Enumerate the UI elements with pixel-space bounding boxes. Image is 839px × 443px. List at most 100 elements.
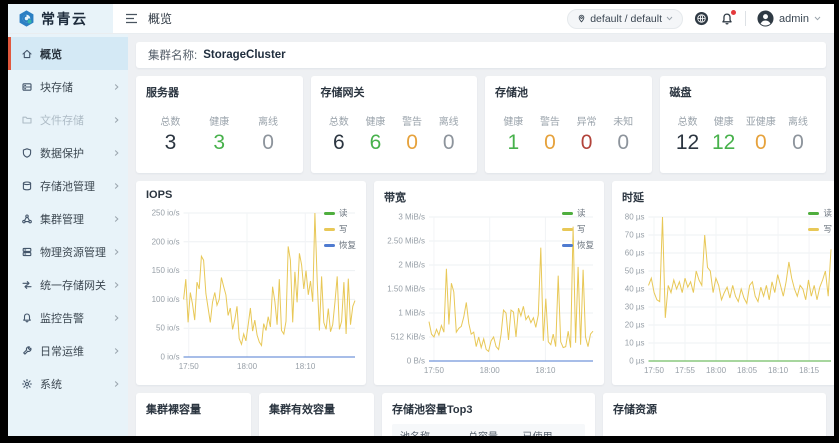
stat-label: 健康: [710, 113, 738, 128]
svg-text:18:15: 18:15: [799, 366, 820, 375]
legend-item-读[interactable]: 读: [808, 207, 832, 219]
cluster-name-label: 集群名称:: [148, 47, 197, 63]
sidebar-item-label: 数据保护: [40, 145, 106, 161]
globe-icon[interactable]: [694, 11, 709, 26]
stat-label: 总数: [156, 113, 184, 128]
logo: 常青云: [8, 4, 113, 33]
svg-text:250 io/s: 250 io/s: [152, 209, 180, 218]
stat-label: 未知: [609, 113, 637, 128]
stat-card-存储网关: 存储网关总数6健康6警告0离线0: [311, 76, 478, 173]
chevron-right-icon: [113, 182, 120, 190]
svg-text:3 MiB/s: 3 MiB/s: [398, 213, 425, 222]
stat-card-title: 存储池: [495, 84, 642, 100]
legend-item-写[interactable]: 写: [324, 223, 356, 235]
stat-label: 健康: [205, 113, 233, 128]
legend-item-写[interactable]: 写: [808, 223, 832, 235]
legend-label: 恢复: [577, 239, 594, 251]
pool-top3-card: 存储池容量Top3 池名称总容量已使用 StoragePool43.2 TiB3…: [382, 393, 595, 436]
chevron-right-icon: [113, 380, 120, 388]
svg-text:60 µs: 60 µs: [625, 249, 645, 258]
shield-icon: [21, 147, 33, 159]
svg-text:18:00: 18:00: [480, 366, 501, 375]
sidebar-item-监控告警[interactable]: 监控告警: [8, 301, 128, 334]
stat-异常: 异常0: [573, 113, 601, 154]
table-column-已使用: 已使用: [523, 428, 577, 436]
sidebar-item-系统[interactable]: 系统: [8, 367, 128, 400]
stat-离线: 离线0: [784, 113, 812, 154]
svg-text:2.50 MiB/s: 2.50 MiB/s: [387, 237, 425, 246]
bottom-row: 集群裸容量 集群有效容量 存储池容量Top3 池名称总容量已使用 Storage…: [136, 393, 826, 436]
svg-text:70 µs: 70 µs: [625, 231, 645, 240]
stat-健康: 健康6: [361, 113, 389, 154]
svg-text:18:10: 18:10: [535, 366, 556, 375]
storage-resource-title: 存储资源: [613, 401, 816, 417]
chart-legend: 读写恢复: [324, 207, 356, 251]
stat-离线: 离线0: [435, 113, 463, 154]
stat-card-title: 磁盘: [670, 84, 817, 100]
file-storage-icon: [21, 114, 33, 126]
sidebar-item-文件存储[interactable]: 文件存储: [8, 103, 128, 136]
location-pin-icon: [577, 13, 586, 24]
sidebar-item-统一存储网关[interactable]: 统一存储网关: [8, 268, 128, 301]
stat-label: 总数: [325, 113, 353, 128]
legend-item-读[interactable]: 读: [324, 207, 356, 219]
chart-plot-时延: 0 µs10 µs20 µs30 µs40 µs50 µs60 µs70 µs8…: [620, 209, 834, 377]
avatar-icon: [757, 10, 774, 27]
legend-item-写[interactable]: 写: [562, 223, 594, 235]
chart-card-时延: 时延读写0 µs10 µs20 µs30 µs40 µs50 µs60 µs70…: [612, 181, 834, 385]
sidebar-item-label: 集群管理: [40, 211, 106, 227]
legend-label: 读: [339, 207, 348, 219]
legend-swatch: [324, 228, 335, 231]
notification-badge: [731, 10, 736, 15]
scope-value: default / default: [590, 13, 662, 25]
svg-text:0 µs: 0 µs: [629, 357, 644, 366]
scope-selector[interactable]: default / default: [567, 9, 683, 29]
user-menu[interactable]: admin: [757, 10, 821, 27]
gear-icon: [21, 378, 33, 390]
legend-item-恢复[interactable]: 恢复: [562, 239, 594, 251]
legend-item-恢复[interactable]: 恢复: [324, 239, 356, 251]
header-controls: default / default admin: [567, 9, 834, 29]
menu-icon[interactable]: [125, 13, 138, 24]
svg-text:2 MiB/s: 2 MiB/s: [398, 261, 425, 270]
sidebar-item-物理资源管理[interactable]: 物理资源管理: [8, 235, 128, 268]
header-divider: [745, 11, 746, 26]
chevron-right-icon: [113, 347, 120, 355]
sidebar-item-日常运维[interactable]: 日常运维: [8, 334, 128, 367]
chart-card-带宽: 带宽读写恢复0 B/s512 KiB/s1 MiB/s1.50 MiB/s2 M…: [374, 181, 604, 385]
stat-label: 总数: [674, 113, 702, 128]
sidebar-item-数据保护[interactable]: 数据保护: [8, 136, 128, 169]
stat-value: 0: [746, 131, 776, 154]
stat-警告: 警告0: [536, 113, 564, 154]
stat-value: 12: [674, 131, 702, 154]
stat-未知: 未知0: [609, 113, 637, 154]
sidebar-item-概览[interactable]: 概览: [8, 37, 128, 70]
svg-text:20 µs: 20 µs: [625, 321, 645, 330]
chart-title: 时延: [622, 189, 834, 205]
sidebar-item-存储池管理[interactable]: 存储池管理: [8, 169, 128, 202]
svg-text:50 io/s: 50 io/s: [156, 324, 180, 333]
sidebar-item-集群管理[interactable]: 集群管理: [8, 202, 128, 235]
sidebar-item-label: 存储池管理: [40, 178, 106, 194]
gateway-icon: [21, 279, 33, 291]
sidebar-item-label: 监控告警: [40, 310, 106, 326]
stat-value: 1: [499, 131, 527, 154]
svg-text:0 B/s: 0 B/s: [407, 357, 425, 366]
pool-top3-table-header: 池名称总容量已使用: [392, 424, 585, 436]
legend-item-读[interactable]: 读: [562, 207, 594, 219]
bell-icon[interactable]: [720, 12, 734, 26]
svg-text:200 io/s: 200 io/s: [152, 237, 180, 246]
legend-label: 读: [823, 207, 832, 219]
cluster-name-value: StorageCluster: [203, 49, 285, 61]
svg-text:18:00: 18:00: [706, 366, 727, 375]
stat-label: 异常: [573, 113, 601, 128]
app-title: 常青云: [41, 9, 88, 29]
legend-swatch: [808, 212, 819, 215]
stat-label: 健康: [499, 113, 527, 128]
stat-label: 警告: [398, 113, 426, 128]
stat-value: 3: [205, 131, 233, 154]
svg-text:17:50: 17:50: [644, 366, 665, 375]
chevron-right-icon: [113, 314, 120, 322]
sidebar-item-块存储[interactable]: 块存储: [8, 70, 128, 103]
svg-text:40 µs: 40 µs: [625, 285, 645, 294]
